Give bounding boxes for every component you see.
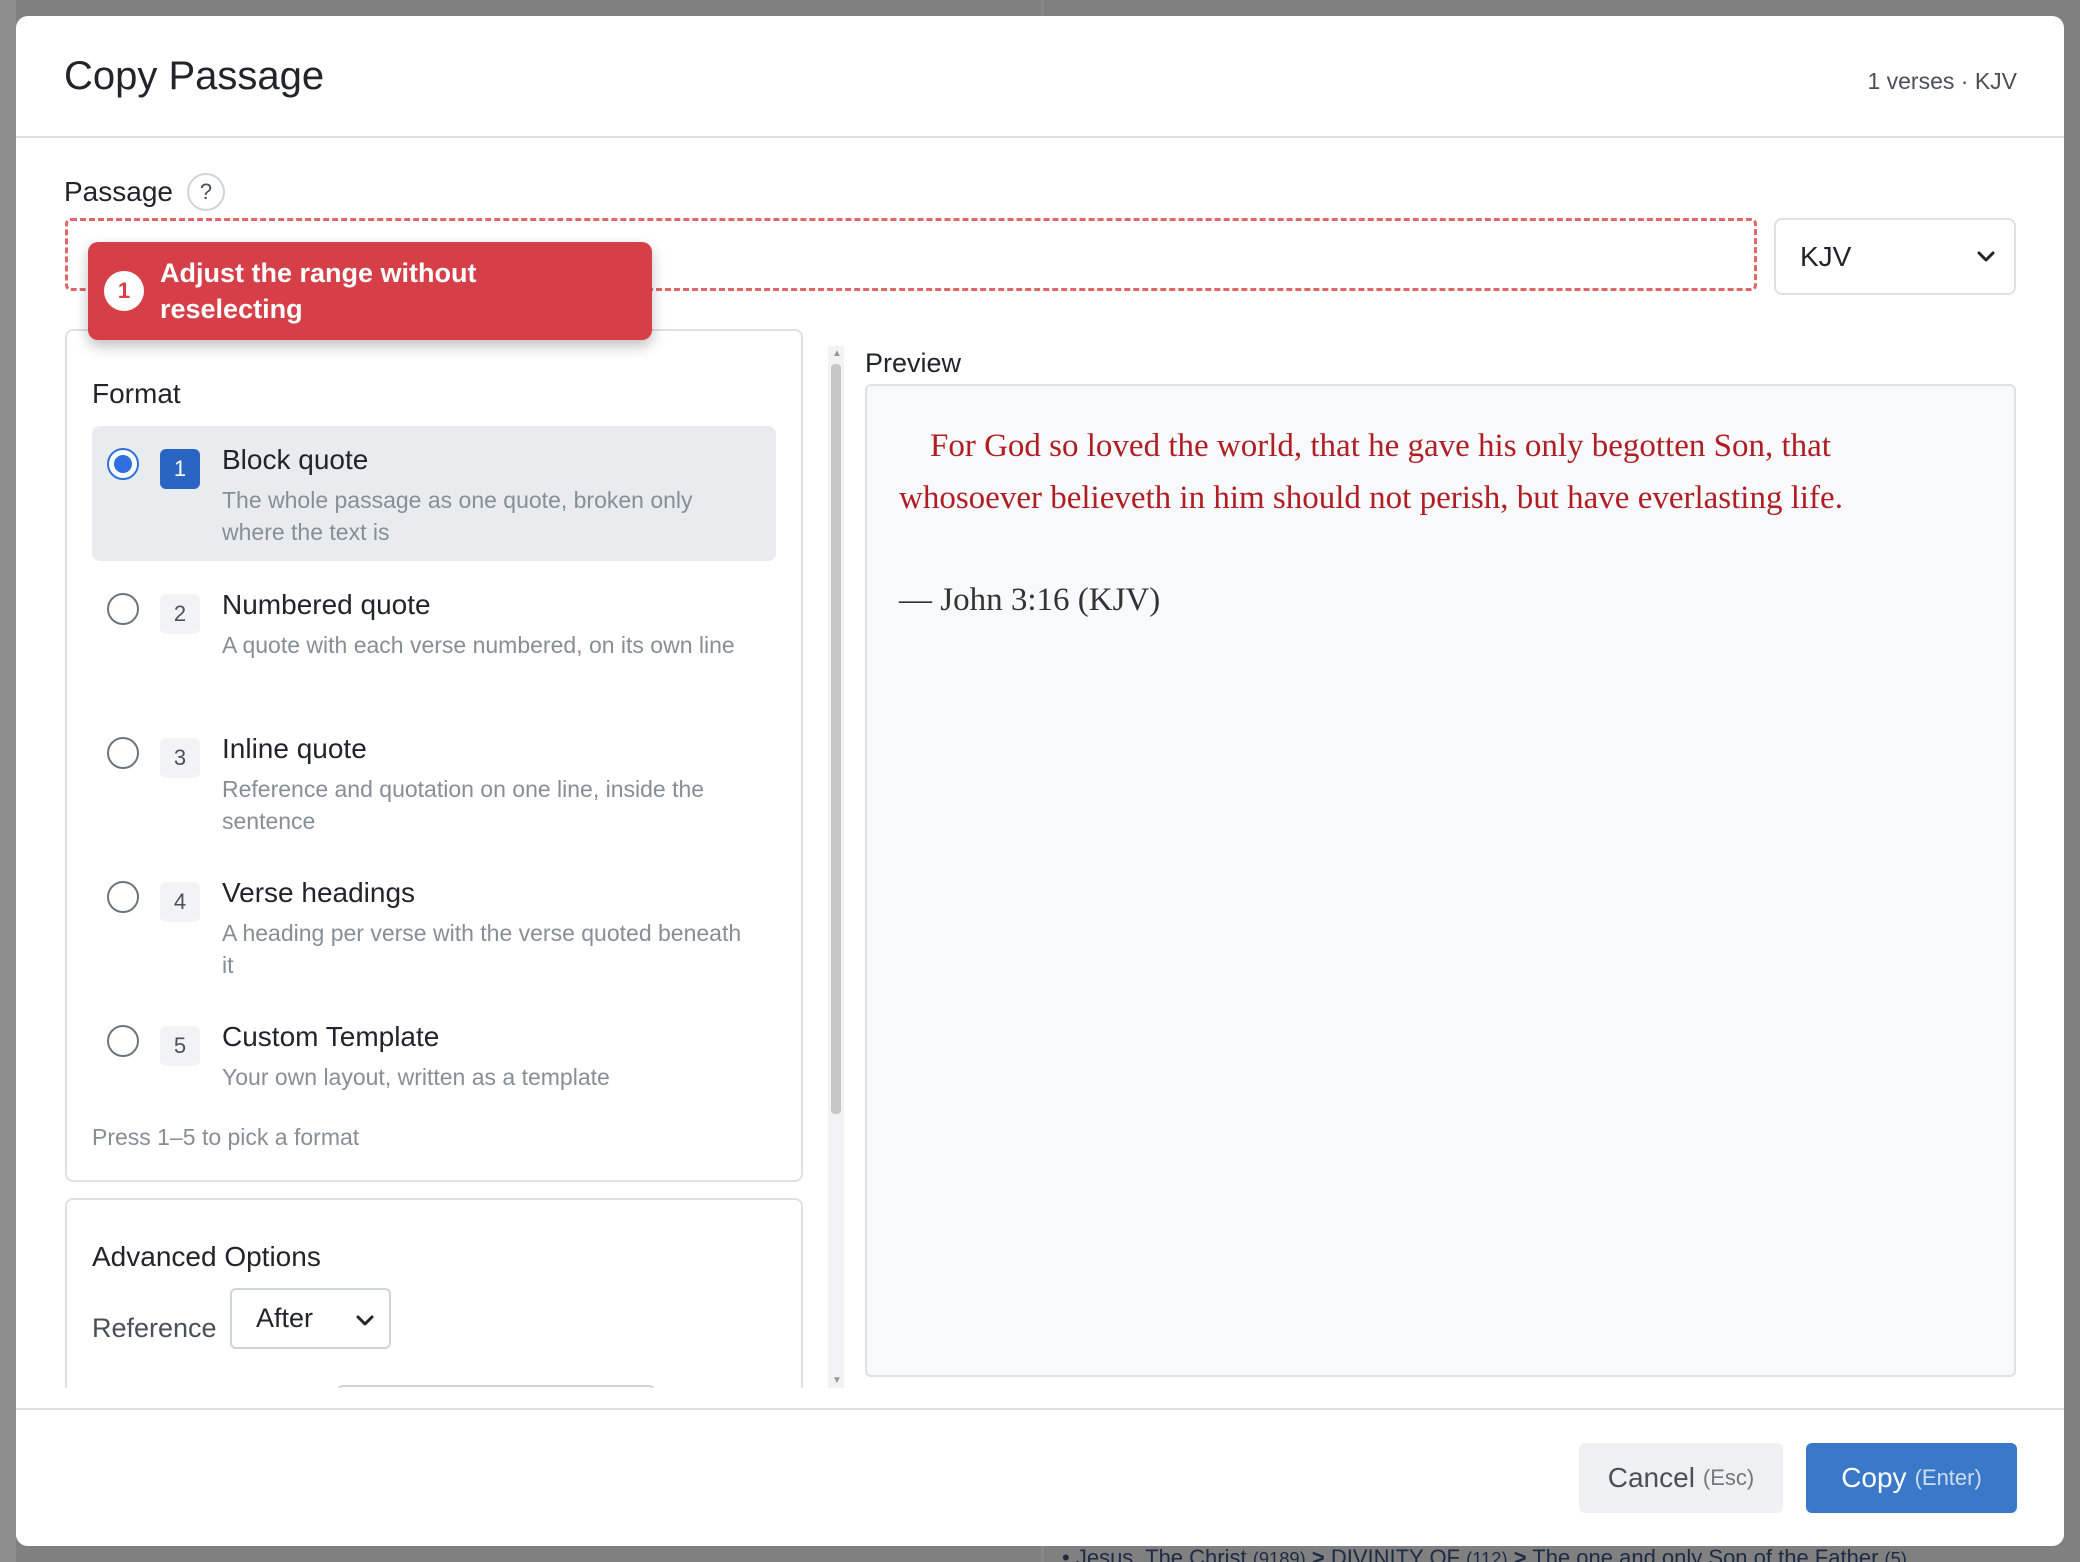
tooltip-step-badge: 1 — [104, 271, 144, 311]
format-option-block-quote[interactable]: 1 Block quote The whole passage as one q… — [92, 426, 776, 561]
passage-label-text: Passage — [64, 176, 173, 207]
format-title: Format — [92, 378, 181, 409]
format-name: Numbered quote — [222, 589, 431, 620]
format-panel: Format 1 Block quote The whole passage a… — [65, 329, 803, 1182]
verse-count-meta: 1 verses · KJV — [1867, 68, 2017, 94]
format-number-badge: 1 — [160, 449, 200, 489]
format-description: Reference and quotation on one line, ins… — [222, 776, 705, 834]
format-option-custom-template[interactable]: 5 Custom Template Your own layout, writt… — [92, 1003, 776, 1138]
copy-label: Copy — [1841, 1462, 1907, 1493]
onboarding-tooltip: 1 Adjust the range without reselecting — [88, 242, 652, 340]
radio-unselected[interactable] — [107, 737, 139, 769]
bg-crumb-3[interactable]: The one and only Son of the Father — [1532, 1545, 1878, 1562]
modal-footer: Cancel (Esc) Copy (Enter) — [16, 1408, 2064, 1546]
preview-reference: — John 3:16 (KJV) — [899, 582, 1161, 618]
background-left-column — [0, 0, 16, 1562]
modal-title: Copy Passage — [64, 54, 325, 98]
reference-label: Reference — [92, 1313, 217, 1343]
format-name: Custom Template — [222, 1021, 440, 1052]
radio-unselected[interactable] — [107, 1025, 139, 1057]
copy-passage-modal: Copy Passage 1 verses · KJV Passage ? KJ… — [16, 16, 2064, 1546]
help-icon[interactable]: ? — [186, 173, 225, 211]
modal-header: Copy Passage 1 verses · KJV — [16, 16, 2064, 138]
format-option-verse-headings[interactable]: 4 Verse headings A heading per verse wit… — [92, 859, 776, 994]
advanced-options-title: Advanced Options — [92, 1241, 321, 1272]
format-number-badge: 2 — [160, 594, 200, 634]
format-description: A quote with each verse numbered, on its… — [222, 632, 735, 658]
copy-button[interactable]: Copy (Enter) — [1806, 1443, 2017, 1513]
reference-position-select[interactable]: After — [230, 1288, 391, 1349]
version-selected-value: KJV — [1800, 240, 1852, 272]
radio-unselected[interactable] — [107, 593, 139, 625]
radio-selected[interactable] — [107, 448, 139, 480]
copy-shortcut: (Enter) — [1914, 1465, 1982, 1490]
bg-crumb-1[interactable]: Jesus, The Christ — [1076, 1545, 1247, 1562]
bg-crumb-2[interactable]: DIVINITY OF — [1331, 1545, 1460, 1562]
format-keyboard-hint: Press 1–5 to pick a format — [92, 1124, 360, 1150]
chevron-down-icon — [356, 1315, 374, 1326]
format-option-numbered-quote[interactable]: 2 Numbered quote A quote with each verse… — [92, 571, 776, 706]
scroll-down-arrow-icon[interactable]: ▼ — [832, 1375, 842, 1386]
format-option-inline-quote[interactable]: 3 Inline quote Reference and quotation o… — [92, 715, 776, 850]
format-number-badge: 3 — [160, 738, 200, 778]
version-select[interactable]: KJV — [1774, 218, 2016, 295]
format-number-badge: 4 — [160, 882, 200, 922]
format-description: Your own layout, written as a template — [222, 1064, 610, 1090]
reference-selected-value: After — [256, 1303, 314, 1333]
format-name: Verse headings — [222, 877, 416, 908]
preview-verse-text: For God so loved the world, that he gave… — [899, 428, 1843, 516]
format-name: Inline quote — [222, 733, 367, 764]
background-breadcrumb: • Jesus, The Christ (9189) > DIVINITY OF… — [1062, 1545, 1907, 1562]
advanced-options-panel: Advanced Options Reference After — [65, 1198, 803, 1398]
scroll-up-arrow-icon[interactable]: ▲ — [832, 348, 842, 359]
radio-unselected[interactable] — [107, 881, 139, 913]
scrollbar-thumb[interactable] — [831, 364, 841, 1114]
format-description: A heading per verse with the verse quote… — [222, 920, 742, 978]
cancel-label: Cancel — [1607, 1462, 1695, 1493]
format-description: The whole passage as one quote, broken o… — [222, 487, 693, 545]
left-column-scrollbar[interactable]: ▲ ▼ — [828, 346, 844, 1388]
preview-label: Preview — [865, 348, 962, 378]
format-name: Block quote — [222, 444, 369, 475]
cancel-button[interactable]: Cancel (Esc) — [1579, 1443, 1783, 1513]
passage-label: Passage ? — [64, 173, 225, 211]
cancel-shortcut: (Esc) — [1702, 1465, 1755, 1490]
preview-box: For God so loved the world, that he gave… — [865, 384, 2016, 1377]
format-number-badge: 5 — [160, 1026, 200, 1066]
chevron-down-icon — [1977, 251, 1995, 262]
tooltip-text: Adjust the range without reselecting — [160, 258, 477, 324]
